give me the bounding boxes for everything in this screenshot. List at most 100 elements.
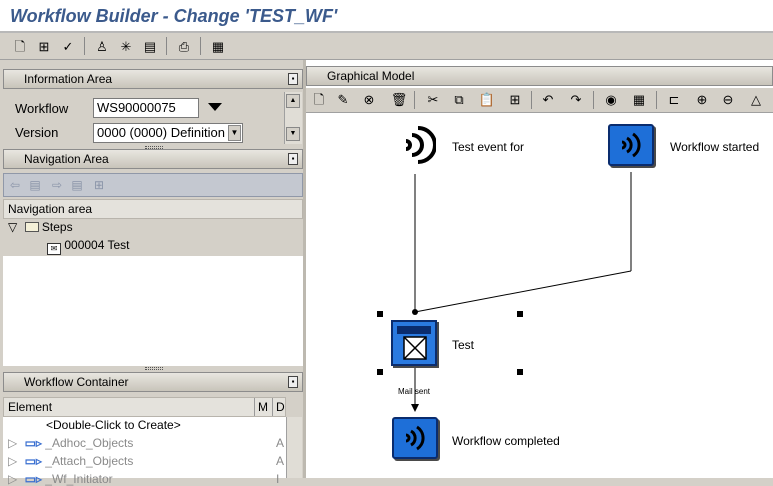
table-row[interactable]: ▷ ▭▹ _Wf_Initiator: [8, 472, 113, 486]
object-icon: ▭▹: [24, 436, 42, 450]
workflow-label: Workflow: [15, 101, 69, 116]
row-expand-icon[interactable]: ▷: [8, 472, 17, 486]
steps-label: Steps: [41, 220, 73, 234]
workflow-dropdown-icon[interactable]: [208, 103, 222, 111]
navigation-area-title: Navigation Area: [24, 152, 109, 166]
step-bar: [397, 326, 431, 334]
new-step-icon[interactable]: 🗋: [309, 90, 329, 110]
row-name: _Attach_Objects: [45, 454, 134, 468]
trigger-event-icon[interactable]: [396, 122, 436, 168]
application-toolbar: 🗋 ⊞ ✓ ♙ ✳ ▤ ⎙ ▦: [0, 33, 773, 60]
row-expand-icon[interactable]: ▷: [8, 454, 17, 468]
activity-step-icon: ✉: [47, 243, 61, 255]
paste-icon[interactable]: 📋: [477, 90, 497, 110]
step-label: Test: [452, 338, 475, 352]
zoom-in-icon[interactable]: ⊕: [692, 90, 712, 110]
container-scrollbar[interactable]: [286, 417, 302, 478]
model-canvas[interactable]: Test event for Workflow started Test Mai…: [306, 114, 773, 478]
workflow-field[interactable]: WS90000075: [93, 98, 199, 118]
workflow-started-label: Workflow started: [670, 140, 760, 154]
activity-step-node[interactable]: [391, 320, 437, 366]
row-desc: I: [276, 472, 280, 486]
selection-handle[interactable]: [517, 311, 523, 317]
selection-handle[interactable]: [377, 369, 383, 375]
selection-handle[interactable]: [377, 311, 383, 317]
toolbar-separator: [656, 91, 657, 109]
splitter-handle[interactable]: [145, 367, 163, 370]
broadcast-icon: [621, 132, 641, 158]
new-icon[interactable]: 🗋: [10, 36, 30, 56]
forward-arrow-icon[interactable]: ⇨: [48, 177, 66, 194]
information-area-header[interactable]: Information Area ▪: [3, 69, 303, 89]
workflow-completed-label: Workflow completed: [452, 434, 560, 448]
information-area-title: Information Area: [24, 72, 113, 86]
left-pane: Information Area ▪ Workflow WS90000075 V…: [0, 60, 306, 486]
hierarchy-icon[interactable]: ⊞: [90, 177, 108, 194]
version-label: Version: [15, 125, 59, 140]
table-row[interactable]: ▷ ▭▹ _Adhoc_Objects: [8, 436, 133, 450]
column-d: D: [272, 398, 285, 416]
list-icon[interactable]: ▦: [208, 36, 228, 56]
selection-handle[interactable]: [517, 369, 523, 375]
cut-icon[interactable]: ✂: [423, 90, 443, 110]
copy-icon[interactable]: ⧉: [449, 90, 469, 110]
zoom-out-icon[interactable]: ⊖: [718, 90, 738, 110]
back-list-icon[interactable]: ▤: [26, 177, 44, 194]
print-icon[interactable]: ⎙: [174, 36, 194, 56]
table-row[interactable]: ▷ ▭▹ _Attach_Objects: [8, 454, 133, 468]
delete-icon[interactable]: 🗑: [389, 90, 409, 110]
glasses-icon[interactable]: ⊗: [359, 90, 379, 110]
activate-icon[interactable]: ♙: [92, 36, 112, 56]
undo-icon[interactable]: ↶: [538, 90, 558, 110]
event-label: Test event for: [452, 140, 525, 154]
generate-icon[interactable]: ✳: [116, 36, 136, 56]
row-desc: A: [276, 454, 285, 468]
redo-icon[interactable]: ↷: [566, 90, 586, 110]
version-field[interactable]: 0000 (0000) Definition: [93, 123, 243, 143]
graph-toolbar: 🗋 ✎ ⊗ 🗑 ✂ ⧉ 📋 ⊞ ↶ ↷ ◉ ▦ ⊏ ⊕ ⊖ △: [306, 88, 773, 113]
toolbar-separator: [414, 91, 415, 109]
graphical-model-title: Graphical Model: [327, 69, 415, 83]
mail-envelope-icon: [403, 336, 427, 360]
scroll-up-icon[interactable]: ▲: [286, 94, 300, 108]
event-icon[interactable]: ◉: [601, 90, 621, 110]
structure-icon[interactable]: ⊞: [505, 90, 525, 110]
column-element: Element: [8, 400, 53, 414]
graphical-model-header: Graphical Model: [306, 66, 773, 86]
navigation-area-header[interactable]: Navigation Area ▪: [3, 149, 303, 169]
version-dropdown-icon[interactable]: ▼: [228, 125, 241, 141]
workflow-started-node[interactable]: [608, 124, 654, 166]
forward-list-icon[interactable]: ▤: [68, 177, 86, 194]
align-icon[interactable]: ⊏: [664, 90, 684, 110]
folder-icon: [24, 222, 39, 232]
connector-lines: [411, 172, 632, 412]
toolbar-separator: [200, 37, 201, 55]
check-icon[interactable]: ✓: [58, 36, 78, 56]
object-icon: ▭▹: [24, 454, 42, 468]
title-bar: Workflow Builder - Change 'TEST_WF': [0, 0, 773, 33]
create-element-hint[interactable]: <Double-Click to Create>: [46, 418, 181, 432]
tree-expand-icon[interactable]: ▽: [8, 220, 17, 234]
step-item-label: 000004 Test: [64, 238, 130, 252]
navigation-column-header: Navigation area: [3, 199, 303, 219]
graphical-model-pane: Graphical Model 🗋 ✎ ⊗ 🗑 ✂ ⧉ 📋 ⊞ ↶ ↷ ◉ ▦ …: [306, 60, 773, 478]
info-scrollbar[interactable]: ▲ ▼: [284, 92, 302, 144]
workflow-completed-node[interactable]: [392, 417, 438, 459]
column-m: M: [254, 398, 268, 416]
edit-pencil-icon[interactable]: ✎: [333, 90, 353, 110]
scroll-down-icon[interactable]: ▼: [286, 127, 300, 141]
tree-node-step[interactable]: ✉ 000004 Test: [47, 238, 130, 255]
save-local-icon[interactable]: ⊞: [34, 36, 54, 56]
overview-icon[interactable]: ▦: [629, 90, 649, 110]
panel-menu-icon[interactable]: ▪: [288, 73, 298, 85]
panel-menu-icon[interactable]: ▪: [288, 376, 298, 388]
row-desc: A: [276, 436, 285, 450]
test-icon[interactable]: ▤: [140, 36, 160, 56]
row-expand-icon[interactable]: ▷: [8, 436, 17, 450]
layout-icon[interactable]: △: [746, 90, 766, 110]
container-table-header: Element M D: [3, 397, 286, 417]
panel-menu-icon[interactable]: ▪: [288, 153, 298, 165]
workflow-container-header[interactable]: Workflow Container ▪: [3, 372, 303, 392]
tree-node-steps[interactable]: ▽ Steps: [8, 220, 73, 234]
back-arrow-icon[interactable]: ⇦: [6, 177, 24, 194]
